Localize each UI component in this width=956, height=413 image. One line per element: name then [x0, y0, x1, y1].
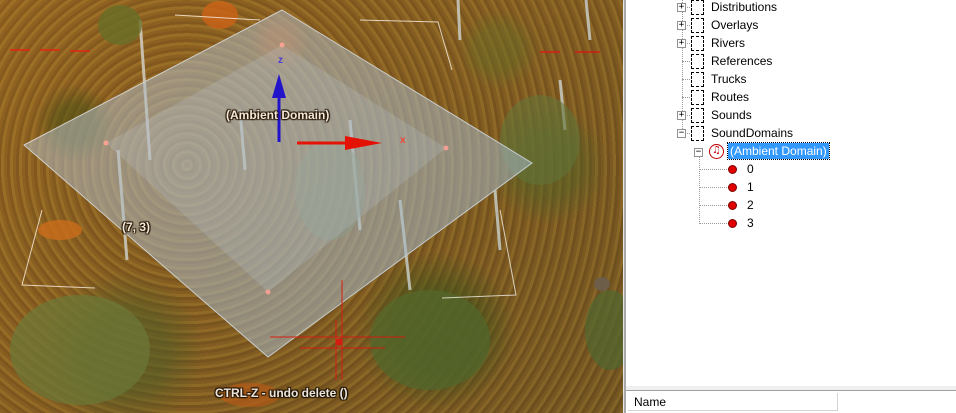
tree-item-label: Rivers — [711, 36, 746, 50]
folder-dashed-icon — [691, 54, 704, 69]
tree-item-point[interactable]: 2 — [626, 196, 956, 214]
tree-connector-line — [682, 61, 690, 62]
point-marker-icon — [728, 219, 737, 228]
tree-connector-line — [699, 187, 729, 188]
name-column-header[interactable]: Name — [628, 393, 838, 411]
folder-dashed-icon — [691, 126, 704, 141]
tree-item-label: 3 — [747, 216, 754, 230]
tree-item-sounddomains[interactable]: − SoundDomains — [626, 124, 956, 142]
folder-dashed-icon — [691, 72, 704, 87]
x-axis-label: x — [400, 135, 406, 146]
tree-item-point[interactable]: 3 — [626, 214, 956, 232]
point-marker-icon — [728, 183, 737, 192]
tree-item-distributions[interactable]: + Distributions — [626, 0, 956, 16]
tree-item-routes[interactable]: Routes — [626, 88, 956, 106]
tree-item-label: 0 — [747, 162, 754, 176]
tree-item-point[interactable]: 1 — [626, 178, 956, 196]
tree-item-overlays[interactable]: + Overlays — [626, 16, 956, 34]
expand-plus-icon[interactable]: + — [677, 111, 686, 120]
tree-connector-line — [682, 79, 690, 80]
sound-note-icon: ♫ — [709, 144, 724, 159]
tree-item-label: (Ambient Domain) — [727, 142, 830, 160]
status-message: CTRL-Z - undo delete () — [215, 386, 348, 400]
tree-item-label: 2 — [747, 198, 754, 212]
tree-item-label: SoundDomains — [711, 126, 794, 140]
folder-dashed-icon — [691, 108, 704, 123]
expand-plus-icon[interactable]: + — [677, 21, 686, 30]
point-marker-icon — [728, 165, 737, 174]
folder-dashed-icon — [691, 36, 704, 51]
tree-item-label: Distributions — [711, 0, 778, 14]
collapse-minus-icon[interactable]: − — [677, 129, 686, 138]
grid-coordinate-label: (7, 3) — [122, 220, 151, 234]
folder-dashed-icon — [691, 0, 704, 15]
tree-connector-line — [682, 97, 690, 98]
z-axis-label: z — [278, 55, 283, 66]
tree-connector-line — [699, 223, 729, 224]
tree-item-label: Trucks — [711, 72, 747, 86]
folder-dashed-icon — [691, 90, 704, 105]
scene-canvas[interactable] — [0, 0, 623, 413]
properties-grid[interactable]: Name — [626, 390, 956, 413]
tree-item-rivers[interactable]: + Rivers — [626, 34, 956, 52]
tree-item-references[interactable]: References — [626, 52, 956, 70]
folder-dashed-icon — [691, 18, 704, 33]
expand-plus-icon[interactable]: + — [677, 39, 686, 48]
point-marker-icon — [728, 201, 737, 210]
tree-connector-line — [699, 205, 729, 206]
tree-item-label: References — [711, 54, 773, 68]
collapse-minus-icon[interactable]: − — [694, 148, 703, 157]
tree-item-label: Sounds — [711, 108, 752, 122]
tree-item-trucks[interactable]: Trucks — [626, 70, 956, 88]
tree-item-point[interactable]: 0 — [626, 160, 956, 178]
tree-item-ambient-domain[interactable]: − ♫ (Ambient Domain) — [626, 142, 956, 160]
selected-object-label: (Ambient Domain) — [226, 108, 330, 122]
tree-item-label: Routes — [711, 90, 750, 104]
object-tree[interactable]: + Distributions + Overlays + Rivers Refe… — [626, 0, 956, 386]
scene-viewport[interactable]: x z (Ambient Domain) (7, 3) CTRL-Z - und… — [0, 0, 623, 413]
tree-item-sounds[interactable]: + Sounds — [626, 106, 956, 124]
expand-plus-icon[interactable]: + — [677, 3, 686, 12]
tree-item-label: 1 — [747, 180, 754, 194]
tree-item-label: Overlays — [711, 18, 759, 32]
tree-connector-line — [699, 169, 729, 170]
